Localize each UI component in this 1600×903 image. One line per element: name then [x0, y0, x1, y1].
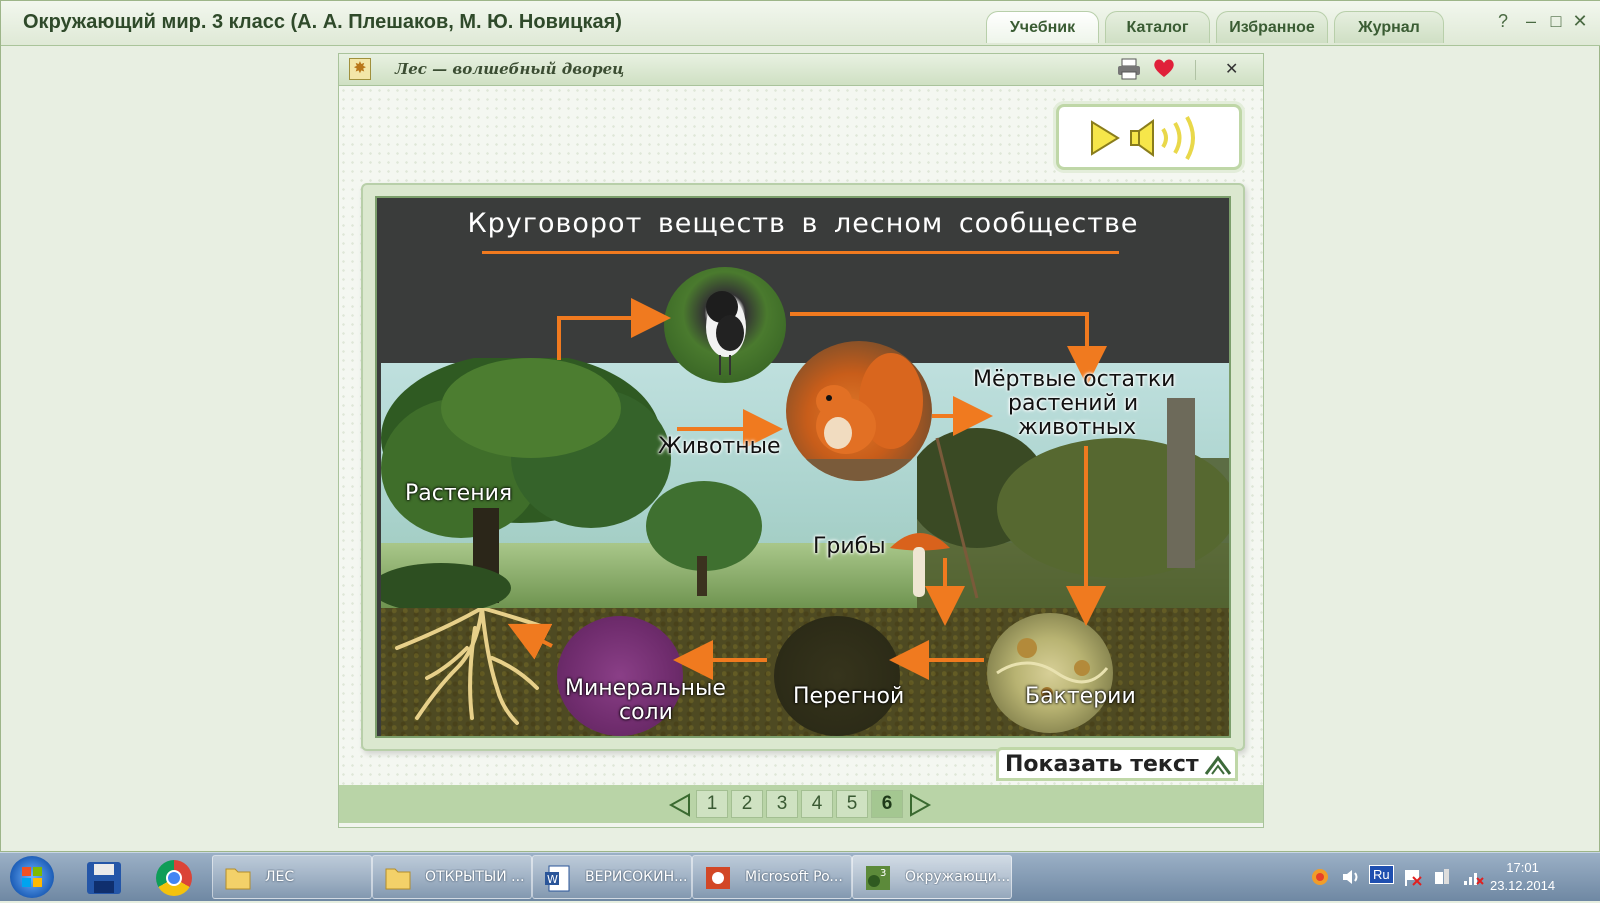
clock-date: 23.12.2014 — [1490, 878, 1556, 893]
label-plants: Растения — [405, 481, 513, 506]
minimize-button[interactable]: – — [1521, 11, 1541, 32]
header-divider — [1195, 60, 1196, 80]
clock-time: 17:01 — [1506, 860, 1539, 875]
app-title: Окружающий мир. 3 класс (А. А. Плешаков,… — [23, 11, 622, 33]
browser-tray-icon[interactable] — [1310, 867, 1330, 892]
chrome-icon[interactable] — [156, 860, 192, 896]
label-animals: Животные — [658, 434, 781, 459]
system-clock[interactable]: 17:01 23.12.2014 — [1490, 859, 1555, 895]
word-document-icon: W — [545, 865, 570, 892]
taskbar-item-label: ЛЕС — [265, 869, 295, 885]
label-dead-remains-line3: животных — [1018, 415, 1137, 440]
language-indicator[interactable]: Ru — [1369, 865, 1394, 884]
audio-player — [1056, 104, 1242, 170]
prev-page-icon[interactable] — [667, 792, 693, 818]
document-title: Лес — волшебный дворец — [395, 60, 625, 78]
folder-icon — [225, 868, 251, 890]
cycle-arrows — [507, 298, 1107, 680]
label-fungi: Грибы — [813, 534, 886, 559]
network-icon[interactable] — [1462, 867, 1484, 892]
printer-icon[interactable] — [1117, 58, 1141, 85]
pagination-bar: 1 2 3 4 5 6 — [339, 785, 1263, 823]
document-close-button[interactable]: ✕ — [1225, 59, 1238, 79]
label-dead-remains-line2: растений и — [1008, 391, 1139, 416]
label-dead-remains-line1: Мёртвые остатки — [973, 367, 1176, 392]
page-button-4[interactable]: 4 — [801, 790, 833, 818]
svg-text:W: W — [547, 873, 558, 886]
page-button-6[interactable]: 6 — [871, 790, 903, 818]
heart-icon[interactable] — [1153, 58, 1175, 83]
taskbar-item-okruzhayushchiy[interactable]: 3 Окружающи... — [852, 855, 1012, 899]
taskbar: ЛЕС ОТКРЫТЫЙ ... W ВЕРИСОКИН... Microsof… — [0, 852, 1600, 901]
start-button[interactable] — [10, 856, 54, 898]
document-header: ✸ Лес — волшебный дворец ✕ — [339, 54, 1263, 86]
powerpoint-icon — [706, 867, 730, 889]
svg-text:3: 3 — [880, 868, 886, 879]
label-humus: Перегной — [793, 684, 905, 709]
slide-frame: Круговорот веществ в лесном сообществе Р… — [361, 183, 1245, 751]
tab-textbook[interactable]: Учебник — [986, 11, 1099, 43]
taskbar-item-les[interactable]: ЛЕС — [212, 855, 372, 899]
close-button[interactable]: ✕ — [1570, 11, 1590, 32]
page-button-2[interactable]: 2 — [731, 790, 763, 818]
label-mineral-salts-line1: Минеральные — [565, 676, 726, 701]
tab-journal[interactable]: Журнал — [1334, 11, 1444, 43]
taskbar-item-label: ВЕРИСОКИН... — [585, 869, 688, 885]
slide-cycle-diagram: Круговорот веществ в лесном сообществе Р… — [375, 196, 1231, 738]
app-titlebar: Окружающий мир. 3 класс (А. А. Плешаков,… — [1, 1, 1600, 46]
floppy-disk-icon[interactable] — [86, 861, 122, 900]
page-button-3[interactable]: 3 — [766, 790, 798, 818]
tab-favorites[interactable]: Избранное — [1216, 11, 1328, 43]
flag-tray-icon[interactable] — [1403, 867, 1423, 892]
device-tray-icon[interactable] — [1432, 867, 1452, 892]
document-window: ✸ Лес — волшебный дворец ✕ Круговорот ве… — [338, 53, 1264, 828]
folder-icon — [385, 868, 411, 890]
taskbar-item-open[interactable]: ОТКРЫТЫЙ ... — [372, 855, 532, 899]
taskbar-item-label: Окружающи... — [905, 869, 1009, 885]
next-page-icon[interactable] — [907, 792, 933, 818]
play-icon[interactable] — [1091, 120, 1120, 156]
help-button[interactable]: ? — [1493, 11, 1513, 32]
taskbar-item-label: ОТКРЫТЫЙ ... — [425, 869, 525, 885]
sun-logo-icon: ✸ — [349, 58, 371, 80]
page-button-5[interactable]: 5 — [836, 790, 868, 818]
maximize-button[interactable]: □ — [1546, 11, 1566, 32]
app-window: Окружающий мир. 3 класс (А. А. Плешаков,… — [0, 0, 1600, 852]
label-bacteria: Бактерии — [1025, 684, 1136, 709]
tab-catalog[interactable]: Каталог — [1105, 11, 1210, 43]
label-mineral-salts-line2: соли — [619, 700, 673, 725]
speaker-icon[interactable] — [1130, 116, 1195, 160]
show-text-label: Показать текст — [1005, 752, 1199, 777]
show-text-button[interactable]: Показать текст — [996, 747, 1238, 781]
chevron-up-icon — [1204, 755, 1232, 775]
taskbar-item-word[interactable]: W ВЕРИСОКИН... — [532, 855, 692, 899]
taskbar-item-powerpoint[interactable]: Microsoft Po... — [692, 855, 852, 899]
textbook-app-icon: 3 — [866, 866, 890, 890]
volume-icon[interactable] — [1341, 867, 1361, 892]
taskbar-item-label: Microsoft Po... — [745, 869, 843, 885]
page-button-1[interactable]: 1 — [696, 790, 728, 818]
windows-logo-icon — [22, 867, 42, 887]
